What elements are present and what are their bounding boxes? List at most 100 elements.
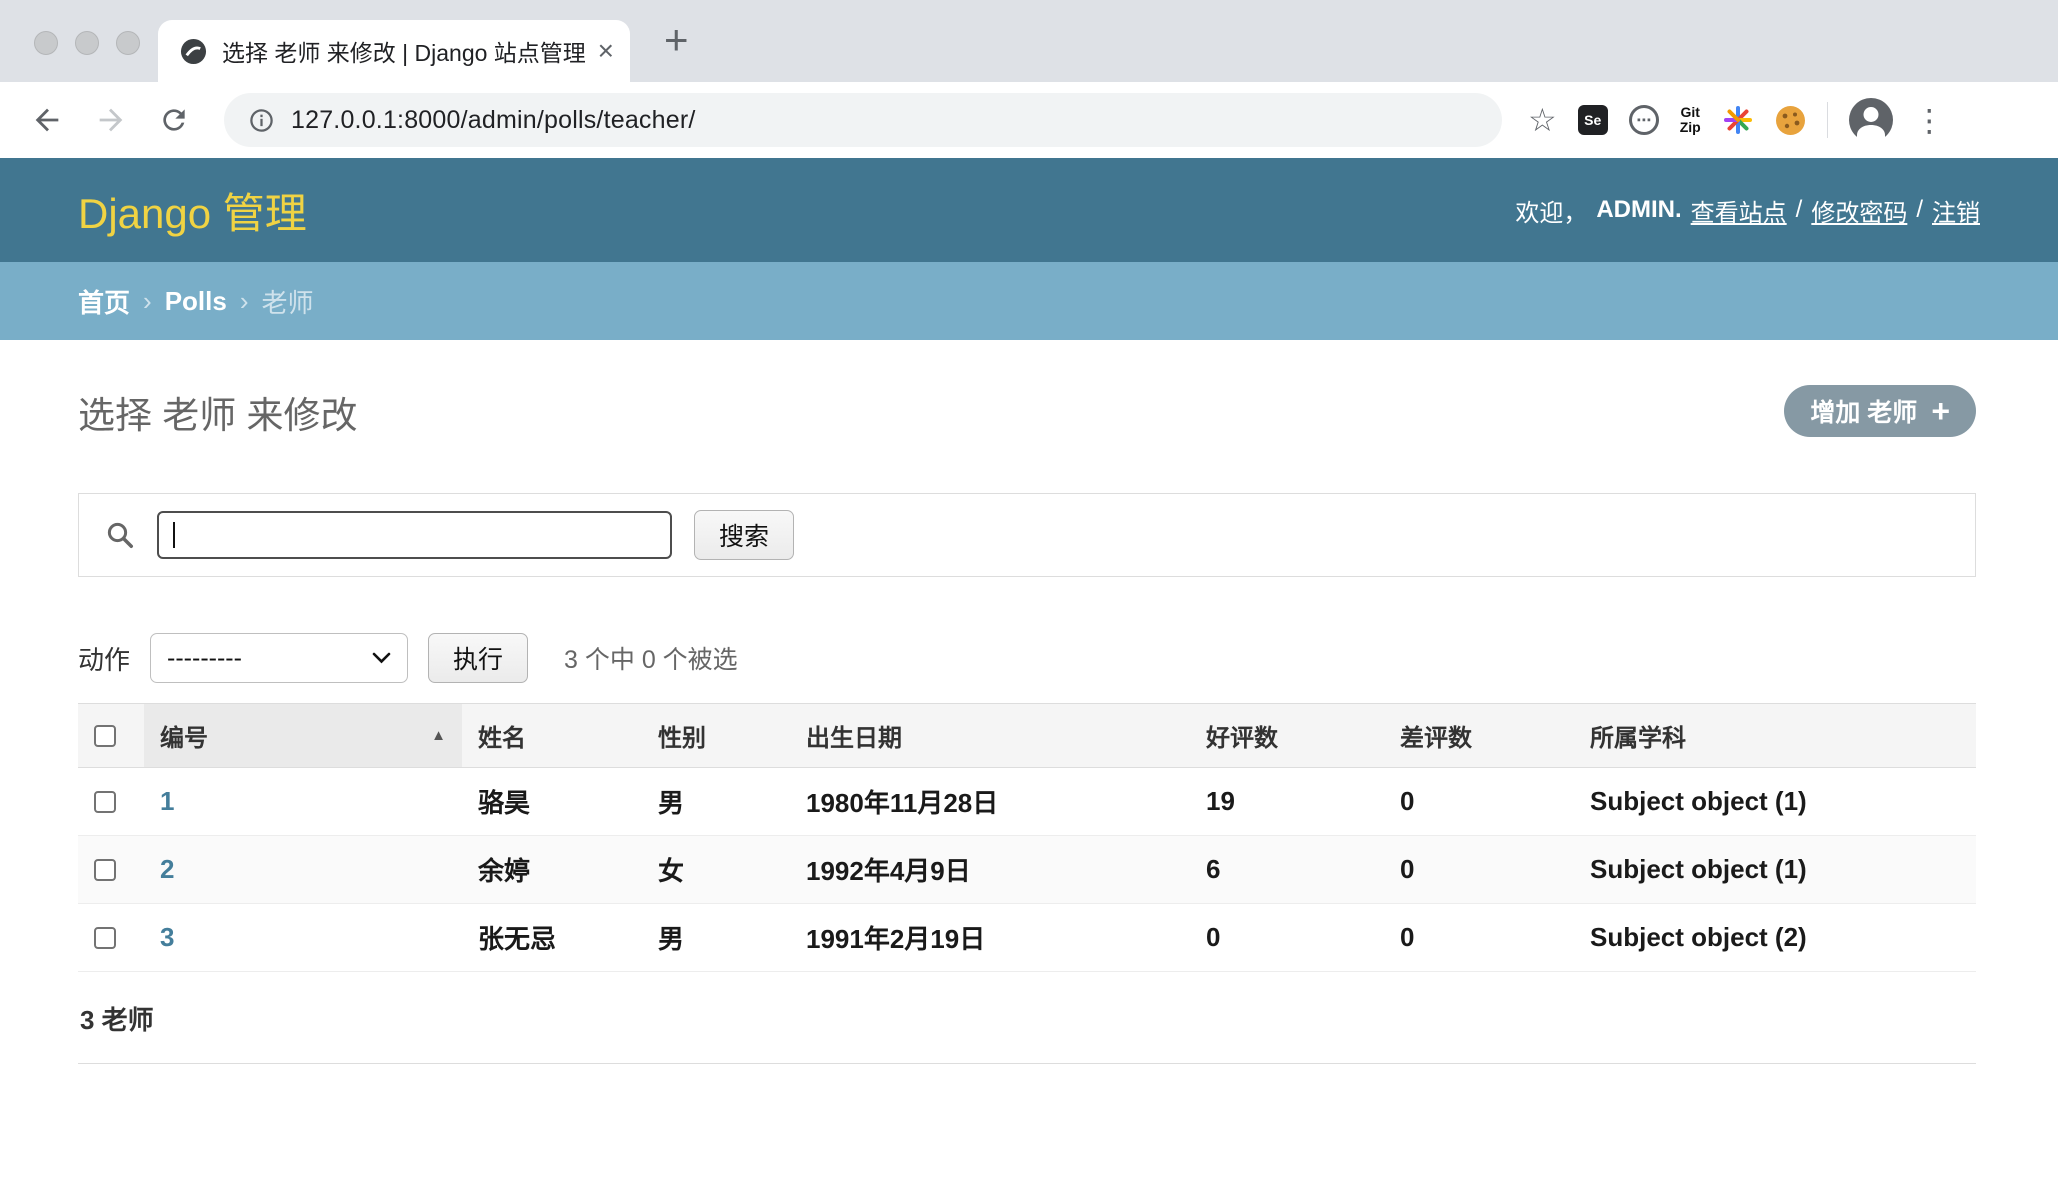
cell-bad: 0 xyxy=(1384,904,1574,972)
sort-ascending-icon[interactable]: ▲ xyxy=(431,727,446,744)
cell-birthday: 1980年11月28日 xyxy=(790,768,1190,836)
column-header-good[interactable]: 好评数 xyxy=(1190,704,1384,768)
browser-menu-icon[interactable]: ⋮ xyxy=(1914,105,1945,136)
main-content: 选择 老师 来修改 增加 老师 + 搜索 动作 --------- 执行 3 个… xyxy=(0,385,2058,1064)
address-bar[interactable]: 127.0.0.1:8000/admin/polls/teacher/ xyxy=(224,93,1502,147)
reload-icon[interactable] xyxy=(158,104,190,136)
column-header-subject[interactable]: 所属学科 xyxy=(1574,704,1976,768)
toolbar-divider xyxy=(1827,102,1828,138)
add-teacher-label: 增加 老师 xyxy=(1810,393,1917,429)
search-button[interactable]: 搜索 xyxy=(694,510,794,560)
toolbar-right: ☆ Se ⋯ Git Zip xyxy=(1528,98,1945,142)
search-bar: 搜索 xyxy=(78,493,1976,577)
column-header-gender[interactable]: 性别 xyxy=(642,704,790,768)
column-header-bad[interactable]: 差评数 xyxy=(1384,704,1574,768)
admin-header: Django 管理 欢迎， ADMIN. 查看站点 / 修改密码 / 注销 xyxy=(0,158,2058,262)
cell-name: 骆昊 xyxy=(462,768,642,836)
chevron-down-icon xyxy=(372,652,391,664)
gitzip-line1: Git xyxy=(1680,104,1699,120)
new-tab-button[interactable]: + xyxy=(664,20,689,60)
window-controls xyxy=(34,31,140,55)
breadcrumb-current: 老师 xyxy=(262,283,314,320)
window-minimize-button[interactable] xyxy=(75,31,99,55)
cell-good: 0 xyxy=(1190,904,1384,972)
row-select-cell xyxy=(78,836,144,904)
cell-gender: 男 xyxy=(642,904,790,972)
cell-good: 6 xyxy=(1190,836,1384,904)
username-text: ADMIN. xyxy=(1596,196,1681,224)
select-all-checkbox[interactable] xyxy=(94,725,116,747)
text-caret xyxy=(173,522,175,548)
row-checkbox[interactable] xyxy=(94,859,116,881)
tab-title: 选择 老师 来修改 | Django 站点管理 xyxy=(222,34,592,68)
site-branding-link[interactable]: Django 管理 xyxy=(78,180,307,241)
actions-bar: 动作 --------- 执行 3 个中 0 个被选 xyxy=(78,633,1976,683)
row-id-link[interactable]: 3 xyxy=(160,922,174,952)
separator: / xyxy=(1796,196,1803,224)
window-close-button[interactable] xyxy=(34,31,58,55)
actions-label: 动作 xyxy=(78,640,130,677)
separator: / xyxy=(1916,196,1923,224)
column-header-id-label: 编号 xyxy=(160,718,208,753)
extension-gitzip-icon[interactable]: Git Zip xyxy=(1680,105,1701,135)
row-select-cell xyxy=(78,768,144,836)
row-checkbox[interactable] xyxy=(94,927,116,949)
result-table: 编号 ▲ 姓名 性别 出生日期 好评数 差评数 所属学科 1 骆昊 男 1980… xyxy=(78,703,1976,972)
logout-link[interactable]: 注销 xyxy=(1932,193,1980,228)
search-input[interactable] xyxy=(157,511,672,559)
column-header-name[interactable]: 姓名 xyxy=(462,704,642,768)
cell-birthday: 1991年2月19日 xyxy=(790,904,1190,972)
column-header-birthday[interactable]: 出生日期 xyxy=(790,704,1190,768)
column-header-id[interactable]: 编号 ▲ xyxy=(144,704,462,768)
row-id-link[interactable]: 1 xyxy=(160,786,174,816)
page-info-icon[interactable] xyxy=(248,107,275,134)
cell-birthday: 1992年4月9日 xyxy=(790,836,1190,904)
table-row: 1 骆昊 男 1980年11月28日 19 0 Subject object (… xyxy=(78,768,1976,836)
add-teacher-button[interactable]: 增加 老师 + xyxy=(1784,385,1976,437)
plus-icon: + xyxy=(1931,395,1950,427)
action-selected-option: --------- xyxy=(167,644,242,673)
cell-subject: Subject object (1) xyxy=(1574,768,1976,836)
extension-dots-icon[interactable]: ⋯ xyxy=(1629,105,1659,135)
extension-selenium-icon[interactable]: Se xyxy=(1578,105,1608,135)
cell-bad: 0 xyxy=(1384,768,1574,836)
forward-icon[interactable] xyxy=(94,103,128,137)
row-id-link[interactable]: 2 xyxy=(160,854,174,884)
browser-tab[interactable]: 选择 老师 来修改 | Django 站点管理 × xyxy=(158,20,630,82)
cell-bad: 0 xyxy=(1384,836,1574,904)
action-select[interactable]: --------- xyxy=(150,633,408,683)
profile-avatar[interactable] xyxy=(1849,98,1893,142)
cell-subject: Subject object (2) xyxy=(1574,904,1976,972)
browser-toolbar: 127.0.0.1:8000/admin/polls/teacher/ ☆ Se… xyxy=(0,82,2058,158)
bookmark-star-icon[interactable]: ☆ xyxy=(1528,104,1557,136)
row-select-cell xyxy=(78,904,144,972)
action-go-button[interactable]: 执行 xyxy=(428,633,528,683)
cell-gender: 女 xyxy=(642,836,790,904)
window-zoom-button[interactable] xyxy=(116,31,140,55)
tab-strip: 选择 老师 来修改 | Django 站点管理 × + xyxy=(0,0,2058,82)
url-text: 127.0.0.1:8000/admin/polls/teacher/ xyxy=(291,106,696,135)
breadcrumb-separator: › xyxy=(240,286,249,317)
breadcrumb-home-link[interactable]: 首页 xyxy=(78,283,130,320)
change-password-link[interactable]: 修改密码 xyxy=(1811,193,1907,228)
table-row: 2 余婷 女 1992年4月9日 6 0 Subject object (1) xyxy=(78,836,1976,904)
table-row: 3 张无忌 男 1991年2月19日 0 0 Subject object (2… xyxy=(78,904,1976,972)
search-icon xyxy=(105,520,135,550)
view-site-link[interactable]: 查看站点 xyxy=(1691,193,1787,228)
breadcrumb-separator: › xyxy=(143,286,152,317)
site-favicon-icon xyxy=(180,38,207,65)
select-all-cell xyxy=(78,704,144,768)
extension-cookie-icon[interactable] xyxy=(1775,105,1806,136)
row-checkbox[interactable] xyxy=(94,791,116,813)
cell-subject: Subject object (1) xyxy=(1574,836,1976,904)
tab-close-icon[interactable]: × xyxy=(598,37,614,65)
welcome-text: 欢迎， xyxy=(1515,193,1587,228)
back-icon[interactable] xyxy=(30,103,64,137)
selection-counter: 3 个中 0 个被选 xyxy=(564,640,738,676)
extension-pinwheel-icon[interactable] xyxy=(1722,104,1754,136)
cell-good: 19 xyxy=(1190,768,1384,836)
cell-gender: 男 xyxy=(642,768,790,836)
cell-name: 余婷 xyxy=(462,836,642,904)
breadcrumb-app-link[interactable]: Polls xyxy=(165,286,227,317)
gitzip-line2: Zip xyxy=(1680,119,1701,135)
